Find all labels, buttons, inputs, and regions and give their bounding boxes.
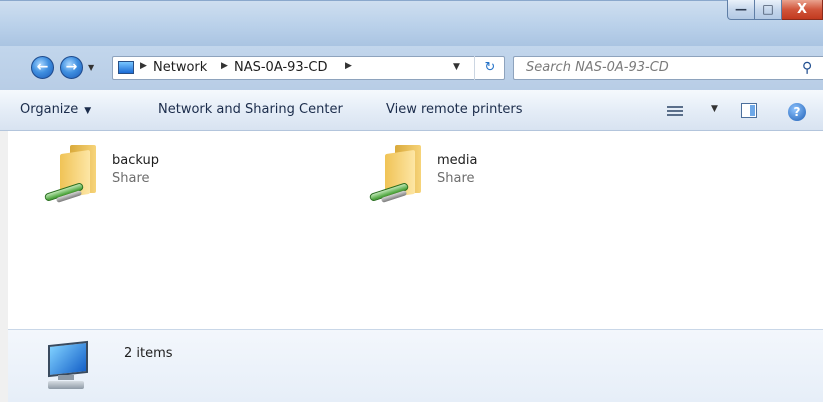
details-pane: 2 items [8, 329, 823, 402]
breadcrumb-nas[interactable]: NAS-0A-93-CD [234, 60, 327, 75]
search-input[interactable]: Search NAS-0A-93-CD [526, 60, 669, 75]
breadcrumb-separator-icon[interactable]: ▶ [221, 61, 228, 71]
computer-monitor-icon [40, 340, 88, 391]
chevron-down-icon: ▼ [84, 106, 92, 116]
address-bar[interactable]: ▶ Network ▶ NAS-0A-93-CD ▶ ▼ ↻ [112, 56, 505, 80]
network-folder-icon [42, 142, 106, 206]
organize-menu[interactable]: Organize ▼ [20, 102, 91, 117]
network-folder-icon [367, 142, 431, 206]
preview-pane-icon[interactable] [741, 103, 757, 118]
maximize-icon: □ [762, 2, 774, 16]
item-count: 2 items [124, 346, 173, 361]
item-name: media [437, 153, 478, 168]
back-button[interactable]: ← [31, 56, 54, 79]
view-options-icon[interactable] [667, 104, 683, 118]
network-sharing-center-button[interactable]: Network and Sharing Center [158, 102, 343, 117]
help-icon[interactable]: ? [788, 103, 806, 121]
navigation-pane-edge [0, 131, 8, 402]
item-type: Share [112, 171, 150, 186]
close-button[interactable]: X [782, 0, 823, 20]
minimize-button[interactable]: — [727, 0, 755, 20]
breadcrumb-separator-icon[interactable]: ▶ [345, 61, 352, 71]
search-icon[interactable]: ⚲ [802, 60, 812, 76]
file-list: backup Share media Share [8, 131, 823, 329]
refresh-icon[interactable]: ↻ [474, 56, 505, 80]
item-name: backup [112, 153, 159, 168]
title-bar [0, 0, 823, 46]
organize-label: Organize [20, 102, 79, 117]
view-dropdown-icon[interactable]: ▼ [711, 104, 718, 114]
forward-button[interactable]: → [60, 56, 83, 79]
search-box[interactable]: Search NAS-0A-93-CD ⚲ [513, 56, 823, 80]
recent-pages-dropdown[interactable]: ▼ [88, 63, 98, 73]
minimize-icon: — [735, 2, 747, 16]
address-dropdown-icon[interactable]: ▼ [453, 62, 460, 72]
item-type: Share [437, 171, 475, 186]
forward-arrow-icon: → [65, 59, 78, 75]
maximize-button[interactable]: □ [755, 0, 782, 20]
back-arrow-icon: ← [36, 59, 49, 75]
breadcrumb-separator-icon[interactable]: ▶ [140, 61, 147, 71]
close-icon: X [796, 2, 808, 17]
command-bar: Organize ▼ Network and Sharing Center Vie… [0, 90, 823, 131]
view-remote-printers-button[interactable]: View remote printers [386, 102, 523, 117]
computer-icon [118, 61, 134, 74]
breadcrumb-network[interactable]: Network [153, 60, 207, 75]
